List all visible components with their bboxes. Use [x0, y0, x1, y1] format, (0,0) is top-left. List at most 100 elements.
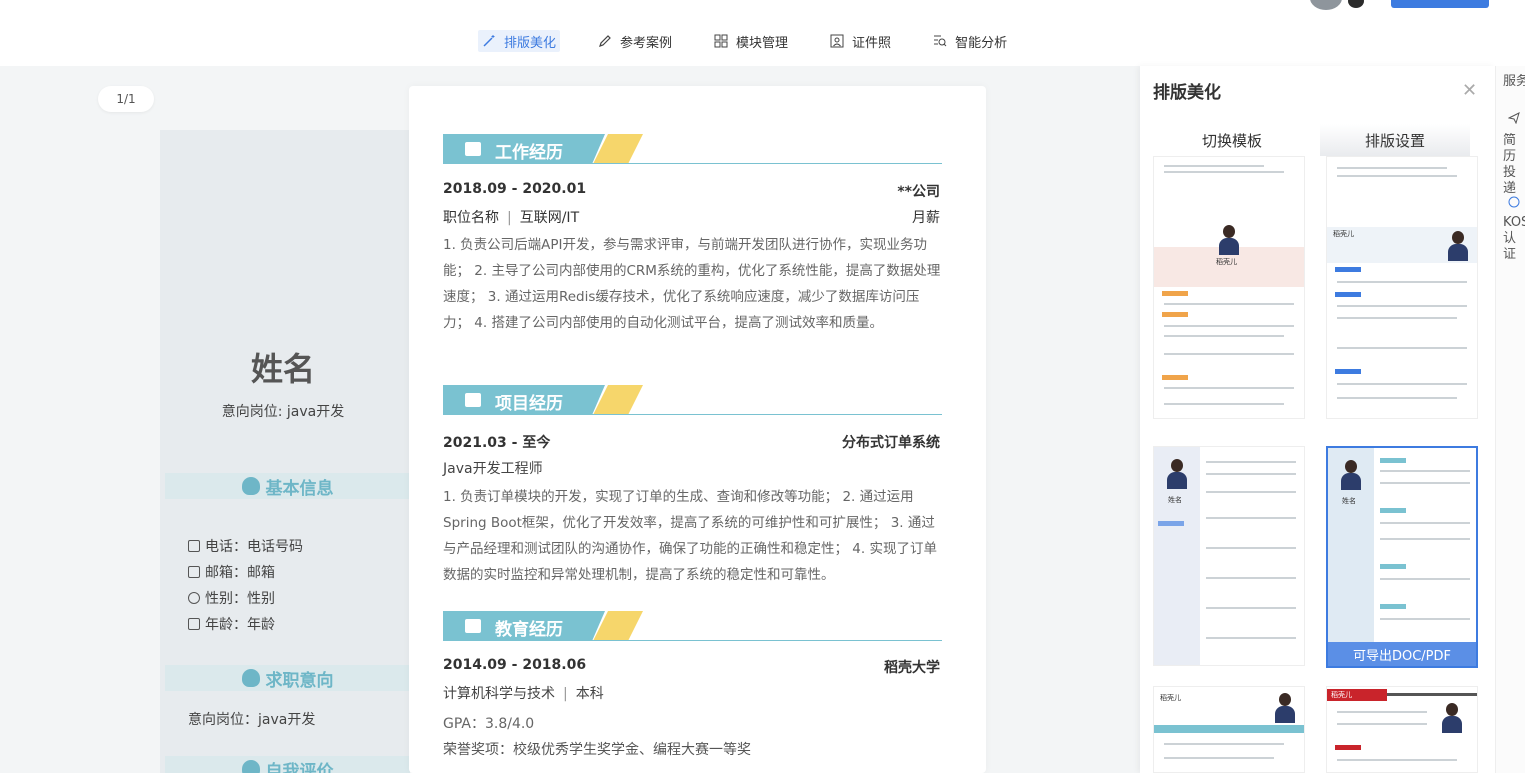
thumbnail-banner [1387, 693, 1477, 696]
education-header-row[interactable]: 2014.09 - 2018.06 稻壳大学 [443, 657, 940, 677]
section-education[interactable]: 教育经历 [443, 611, 942, 643]
thumb-line [1337, 711, 1427, 713]
section-work-experience[interactable]: 工作经历 [443, 134, 942, 166]
template-thumbnail[interactable]: 稻壳儿 [1326, 686, 1478, 773]
work-position: 职位名称 [443, 210, 499, 226]
tab-switch-template[interactable]: 切换模板 [1157, 124, 1307, 156]
info-text: 电话：电话号码 [205, 539, 303, 555]
thumb-line [1206, 461, 1296, 463]
thumb-tag [1335, 267, 1361, 272]
info-text: 性别：性别 [205, 591, 275, 607]
thumb-line [1337, 397, 1457, 399]
thumb-line [1337, 281, 1467, 283]
work-description[interactable]: 1. 负责公司后端API开发，参与需求评审，与前端开发团队进行协作，实现业务功能… [443, 232, 943, 336]
export-doc-pdf-label[interactable]: 可导出DOC/PDF [1328, 642, 1476, 666]
avatar-icon [1274, 693, 1296, 723]
work-industry: 互联网/IT [519, 210, 580, 226]
education-major: 计算机科学与技术 [443, 686, 555, 702]
sidebar-resume-delivery[interactable]: 简历投递 [1503, 133, 1525, 197]
thumbnail-name: 稻壳儿 [1327, 689, 1387, 701]
thumb-line [1206, 547, 1296, 549]
toolbox-icon [465, 393, 481, 407]
thumb-line [1164, 387, 1294, 389]
resume-name[interactable]: 姓名 [160, 344, 406, 390]
project-role[interactable]: Java开发工程师 [443, 458, 543, 478]
primary-action-button[interactable] [1391, 0, 1489, 8]
thumb-line [1206, 577, 1296, 579]
magic-wand-icon [483, 35, 495, 47]
info-age[interactable]: 年龄：年龄 [188, 614, 275, 634]
work-header-row[interactable]: 2018.09 - 2020.01 **公司 [443, 181, 940, 201]
template-thumbnail[interactable]: 姓名 [1153, 446, 1305, 666]
section-self-evaluation[interactable]: 自我评价 [165, 756, 410, 773]
thumb-line [1380, 538, 1470, 540]
section-job-intent[interactable]: 求职意向 [165, 665, 410, 691]
sidebar-kos-cert[interactable]: KOS认证 [1503, 215, 1525, 263]
toolbar-module-manage[interactable]: 模块管理 [710, 30, 792, 52]
info-phone[interactable]: 电话：电话号码 [188, 536, 303, 556]
toolbar-smart-analysis[interactable]: 智能分析 [929, 30, 1011, 52]
project-description[interactable]: 1. 负责订单模块的开发，实现了订单的生成、查询和修改等功能； 2. 通过运用S… [443, 484, 943, 588]
template-thumbnail[interactable]: 稻壳儿 [1153, 156, 1305, 419]
thumb-tag [1380, 458, 1406, 463]
work-salary: 月薪 [912, 210, 940, 226]
thumb-line [1206, 491, 1296, 493]
work-company: **公司 [897, 184, 940, 200]
close-icon[interactable]: ✕ [1462, 80, 1477, 101]
kos-icon[interactable] [1508, 196, 1520, 208]
education-awards[interactable]: 荣誉奖项：校级优秀学生奖学金、编程大赛一等奖 [443, 739, 751, 759]
resume-intent-summary[interactable]: 意向岗位: java开发 [160, 401, 406, 421]
grid-icon [714, 34, 728, 48]
section-rule [443, 414, 942, 415]
panel-title: 排版美化 [1153, 83, 1221, 103]
thumb-tag [1162, 291, 1188, 296]
education-degree: 本科 [575, 686, 604, 702]
thumb-line [1380, 578, 1470, 580]
job-intent-text[interactable]: 意向岗位：java开发 [188, 709, 315, 729]
graduation-cap-icon [465, 619, 481, 633]
education-gpa[interactable]: GPA：3.8/4.0 [443, 713, 534, 733]
send-icon[interactable] [1508, 112, 1520, 124]
education-major-row[interactable]: 计算机科学与技术 | 本科 [443, 683, 604, 703]
section-project-experience[interactable]: 项目经历 [443, 385, 942, 417]
thumb-tag [1162, 375, 1188, 380]
info-email[interactable]: 邮箱：邮箱 [188, 562, 275, 582]
person-icon [241, 669, 260, 687]
thumb-line [1164, 335, 1284, 337]
thumb-tag [1335, 292, 1361, 297]
toolbar-label: 参考案例 [620, 35, 673, 51]
toolbar-layout-beautify[interactable]: 排版美化 [478, 30, 561, 52]
thumbnail-name: 姓名 [1168, 496, 1182, 504]
tab-layout-settings[interactable]: 排版设置 [1320, 124, 1470, 156]
thumb-line [1337, 305, 1467, 307]
thumb-line [1164, 743, 1284, 745]
thumb-tag [1162, 312, 1188, 317]
thumb-line [1164, 353, 1294, 355]
template-thumbnail[interactable]: 稻壳儿 [1326, 156, 1478, 419]
template-thumbnail-selected[interactable]: 姓名 可导出DOC/PDF [1326, 446, 1478, 668]
briefcase-icon [465, 142, 481, 156]
thumb-line [1164, 165, 1264, 167]
thumb-line [1337, 723, 1427, 725]
project-header-row[interactable]: 2021.03 - 至今 分布式订单系统 [443, 432, 940, 452]
work-period: 2018.09 - 2020.01 [443, 181, 587, 197]
section-title: 工作经历 [495, 143, 563, 163]
avatar-icon [1447, 231, 1469, 261]
project-period: 2021.03 - 至今 [443, 435, 551, 451]
section-basic-info[interactable]: 基本信息 [165, 473, 410, 499]
analysis-icon [934, 35, 947, 47]
toolbar-id-photo[interactable]: 证件照 [826, 30, 895, 52]
info-text: 邮箱：邮箱 [205, 565, 275, 581]
thumb-line [1337, 167, 1447, 169]
thumbnail-name: 稻壳儿 [1216, 258, 1237, 266]
info-text: 年龄：年龄 [205, 617, 275, 633]
thumb-line [1337, 383, 1467, 385]
template-thumbnail[interactable]: 稻壳儿 [1153, 686, 1305, 773]
thumbnail-name: 稻壳儿 [1333, 230, 1354, 238]
pen-icon [599, 35, 611, 47]
thumb-line [1164, 171, 1284, 173]
person-icon [241, 477, 260, 495]
info-gender[interactable]: 性别：性别 [188, 588, 275, 608]
toolbar-reference-cases[interactable]: 参考案例 [594, 30, 676, 52]
work-subheader-row[interactable]: 职位名称 | 互联网/IT 月薪 [443, 207, 940, 227]
